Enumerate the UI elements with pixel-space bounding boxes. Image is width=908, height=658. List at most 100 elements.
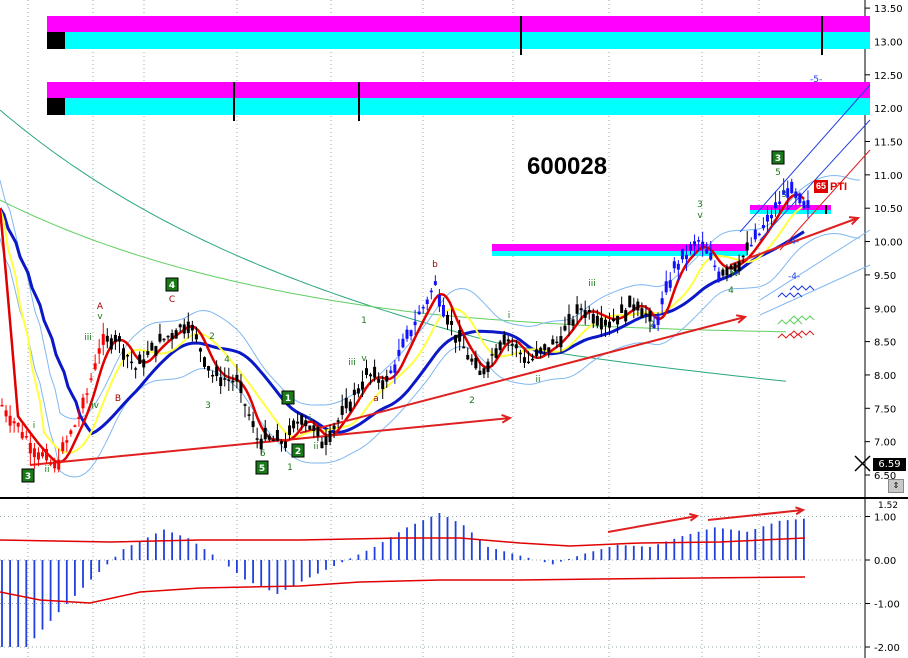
price-bar-body [741, 255, 745, 258]
price-bar-body [85, 393, 89, 395]
price-bar-body [105, 335, 109, 342]
price-tick-label: 8.00 [874, 371, 896, 382]
price-bar-body [774, 202, 778, 209]
price-bar-body [215, 366, 219, 377]
price-bar-body [263, 427, 267, 440]
price-bar-body [316, 426, 320, 437]
price-bar-body [514, 344, 518, 349]
price-bar-body [498, 341, 502, 350]
wave-label: b [432, 260, 438, 270]
price-bar-body [745, 242, 749, 251]
price-bar-body [433, 281, 437, 285]
price-bar-body [89, 378, 93, 380]
price-bar-body [113, 334, 117, 342]
price-bar-body [806, 200, 810, 209]
wave-label: 2 [649, 320, 655, 330]
boxed-wave-text: 3 [25, 472, 31, 482]
price-tick-label: 12.00 [874, 104, 903, 115]
osc-tick-label: 0.00 [874, 556, 896, 567]
price-bar-body [45, 448, 49, 461]
price-bar-body [186, 321, 190, 334]
price-bar-body [599, 317, 603, 330]
price-bar-body [275, 429, 279, 441]
price-bar-body [595, 315, 599, 326]
price-bar-body [506, 339, 510, 342]
price-bar-body [765, 214, 769, 222]
price-bar-body [709, 252, 713, 260]
price-bar-body [522, 357, 526, 363]
price-bar-body [583, 310, 587, 318]
price-bar-body [413, 321, 417, 326]
price-bar-body [417, 311, 421, 315]
price-bar-body [494, 348, 498, 358]
price-tick-label: 11.50 [874, 138, 903, 149]
price-tick-label: 13.00 [874, 37, 903, 48]
price-bar-body [656, 316, 660, 325]
price-bar-body [61, 442, 65, 452]
oscillator-top-tag: 1.52 [878, 501, 899, 511]
price-bar-body [332, 425, 336, 430]
price-bar-body [243, 404, 247, 406]
price-bar-body [231, 380, 235, 383]
price-bar-body [32, 448, 36, 458]
price-bar-body [0, 404, 4, 407]
wave-label: ii [535, 375, 540, 385]
price-bar-body [397, 349, 401, 356]
price-bar-body [591, 313, 595, 324]
price-bar-body [466, 354, 470, 360]
price-bar-body [109, 338, 113, 350]
price-bar-body [490, 354, 494, 356]
price-bar-body [697, 240, 701, 242]
price-bar-body [749, 244, 753, 247]
price-bar-body [97, 348, 101, 354]
price-bar-body [458, 330, 462, 342]
price-bar-body [381, 380, 385, 390]
price-bar-body [450, 320, 454, 325]
price-bar-body [770, 214, 773, 219]
price-bar-body [518, 352, 522, 355]
price-bar-body [328, 430, 332, 442]
price-bar-body [778, 201, 782, 204]
price-bar-body [219, 377, 223, 387]
price-bar-body [93, 363, 97, 370]
price-bar-body [126, 354, 130, 357]
price-bar-body [53, 461, 57, 469]
wave-label: v [697, 211, 703, 221]
price-bar-body [603, 319, 607, 326]
price-tick-label: 11.00 [874, 171, 903, 182]
price-bar-body [689, 244, 692, 251]
wave-label: i [508, 311, 511, 321]
price-tick-label: 9.00 [874, 304, 896, 315]
price-bar-body [255, 438, 259, 440]
price-bar-body [454, 334, 458, 343]
price-bar-body [223, 378, 227, 380]
price-tick-label: 8.50 [874, 338, 896, 349]
price-bar-body [77, 416, 81, 419]
price-bar-body [162, 338, 166, 341]
price-bar-body [680, 248, 684, 260]
price-tick-label: 13.50 [874, 4, 903, 15]
wave-label: 1 [361, 316, 367, 326]
band-marker-block [47, 32, 65, 49]
price-bar-body [421, 306, 425, 309]
wave-label: ii [313, 442, 318, 452]
price-bar-body [429, 290, 433, 293]
price-tick-label: 7.50 [874, 404, 896, 415]
price-bar-body [365, 368, 368, 375]
price-bar-body [790, 181, 794, 194]
price-bar-body [676, 263, 680, 270]
magenta-band [47, 82, 870, 98]
price-bar-body [239, 381, 243, 393]
price-bar-body [81, 397, 85, 409]
price-bar-body [531, 358, 535, 361]
osc-tick-label: -1.00 [874, 600, 900, 611]
price-tick-label: 10.00 [874, 238, 903, 249]
price-bar-body [207, 366, 211, 371]
scroll-arrows-icon[interactable]: ⇕ [888, 479, 904, 493]
price-bar-body [190, 324, 194, 331]
price-bar-body [543, 344, 547, 351]
wave-label: 3 [697, 200, 703, 210]
price-bar-body [389, 370, 393, 374]
price-bar-body [259, 438, 263, 450]
price-bar-body [446, 314, 449, 325]
